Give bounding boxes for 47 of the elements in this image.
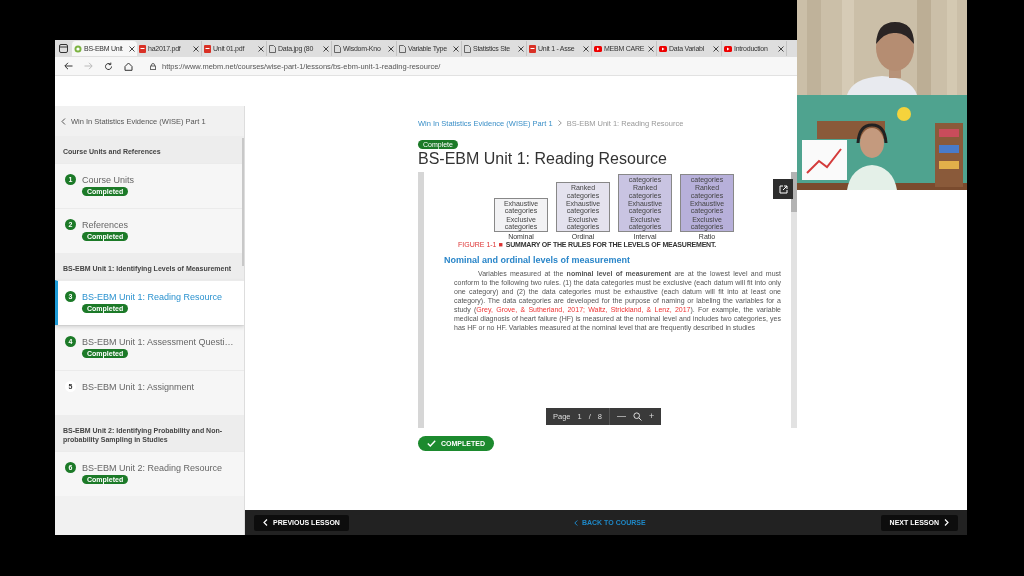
pdf-file-icon — [529, 44, 536, 53]
external-link-icon — [778, 184, 788, 194]
close-icon[interactable] — [453, 45, 459, 52]
reload-icon[interactable] — [104, 61, 113, 71]
home-icon[interactable] — [124, 61, 133, 71]
back-arrow-icon[interactable] — [64, 62, 73, 70]
close-icon[interactable] — [258, 45, 264, 52]
lesson-heading: BS-EBM Unit 1: Reading Resource — [418, 150, 667, 168]
document-icon — [269, 44, 276, 53]
chevron-left-icon — [573, 519, 578, 526]
scrollbar-thumb[interactable] — [242, 138, 244, 266]
document-icon — [334, 44, 341, 53]
video-icon — [659, 45, 667, 52]
lock-icon — [150, 62, 156, 70]
video-icon — [724, 45, 732, 52]
chevron-left-icon — [263, 519, 268, 526]
close-icon[interactable] — [129, 45, 135, 52]
check-icon — [427, 440, 436, 447]
chevron-right-icon — [557, 120, 562, 126]
pdf-file-icon — [204, 44, 211, 53]
section-heading: Nominal and ordinal levels of measurement — [444, 255, 632, 266]
tab-actions-icon[interactable] — [59, 44, 68, 53]
document-icon — [464, 44, 471, 53]
open-external-button[interactable] — [773, 179, 793, 199]
close-icon[interactable] — [713, 45, 719, 52]
lesson-title: References — [82, 219, 129, 230]
close-icon[interactable] — [388, 45, 394, 52]
close-icon[interactable] — [583, 45, 589, 52]
close-icon[interactable] — [648, 45, 654, 52]
lesson-title: BS-EBM Unit 1: Assessment Questi… — [82, 336, 234, 347]
lesson-title: BS-EBM Unit 2: Reading Resource — [82, 462, 223, 473]
close-icon[interactable] — [323, 45, 329, 52]
close-icon[interactable] — [518, 45, 524, 52]
lesson-title: Course Units — [82, 174, 135, 185]
pdf-file-icon — [139, 44, 146, 53]
video-icon — [594, 45, 602, 52]
close-icon[interactable] — [778, 45, 784, 52]
zoom-in-button[interactable]: + — [648, 412, 655, 421]
site-icon — [74, 44, 82, 53]
document-icon — [399, 44, 406, 53]
chevron-left-icon — [61, 117, 66, 125]
zoom-out-button[interactable]: — — [616, 412, 626, 421]
lesson-title: BS-EBM Unit 1: Reading Resource — [82, 291, 223, 302]
lesson-title: BS-EBM Unit 1: Assignment — [82, 381, 195, 392]
chevron-right-icon — [944, 519, 949, 526]
close-icon[interactable] — [193, 45, 199, 52]
search-icon[interactable] — [632, 412, 642, 421]
